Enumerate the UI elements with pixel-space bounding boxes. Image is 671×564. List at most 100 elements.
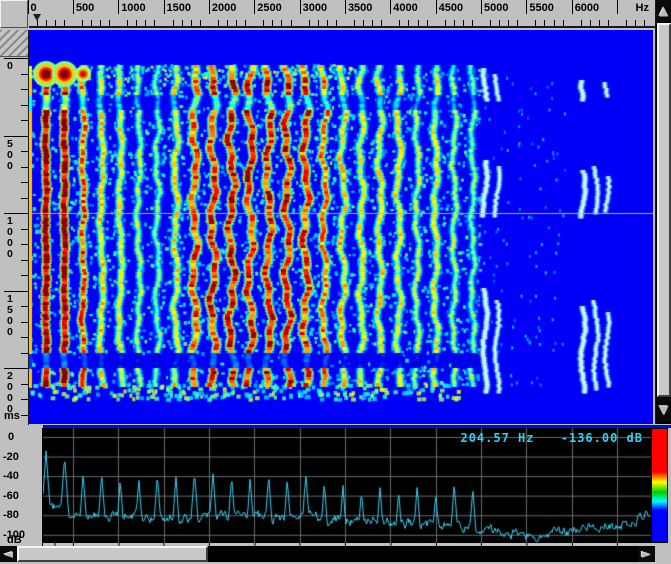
minor-tick [644, 20, 645, 27]
db-axis: 0-20-40-60-80-100dB [0, 428, 43, 546]
vertical-scrollbar-track[interactable]: ▲ ▼ [655, 0, 671, 424]
minor-tick [363, 20, 364, 27]
major-tick [617, 0, 618, 14]
major-tick [164, 0, 165, 14]
minor-tick [100, 20, 101, 27]
frequency-tick-label: 3500 [348, 2, 372, 14]
frequency-tick-label: 5000 [484, 2, 508, 14]
db-axis-label: 0 [8, 431, 14, 443]
scroll-down-button[interactable]: ▼ [656, 398, 671, 422]
minor-tick [408, 20, 409, 27]
color-scale [651, 428, 668, 543]
minor-tick [554, 20, 555, 27]
minor-tick [517, 20, 518, 27]
time-tick-label: 1 0 0 0 [7, 216, 13, 260]
major-tick [4, 291, 28, 292]
major-tick [300, 0, 301, 14]
minor-tick [218, 20, 219, 27]
frequency-tick-label: 1000 [121, 2, 145, 14]
minor-tick [21, 244, 28, 245]
major-tick [4, 58, 28, 59]
time-tick-label: 0 [7, 61, 13, 72]
minor-tick [508, 20, 509, 27]
time-tick-label: 1 5 0 0 [7, 294, 13, 338]
major-tick [209, 0, 210, 14]
frequency-tick-label: 5500 [529, 2, 553, 14]
minor-tick [372, 20, 373, 27]
major-tick [436, 0, 437, 14]
minor-tick [154, 20, 155, 27]
minor-tick [21, 151, 28, 152]
minor-tick [21, 198, 28, 199]
minor-tick [21, 306, 28, 307]
frequency-tick-label: 4000 [393, 2, 417, 14]
major-tick [28, 0, 29, 14]
minor-tick [236, 20, 237, 27]
minor-tick [21, 275, 28, 276]
minor-tick [608, 20, 609, 27]
horizontal-scrollbar-track[interactable]: ◄ ► [0, 546, 655, 562]
vertical-scrollbar-thumb[interactable] [657, 23, 671, 397]
minor-tick [263, 20, 264, 27]
frequency-tick-label: 2000 [212, 2, 236, 14]
minor-tick [21, 415, 28, 416]
major-tick [4, 368, 28, 369]
horizontal-scrollbar-thumb[interactable] [17, 546, 208, 562]
minor-tick [599, 20, 600, 27]
major-tick [254, 0, 255, 14]
scroll-up-button[interactable]: ▲ [656, 0, 671, 22]
minor-tick [354, 20, 355, 27]
minor-tick [21, 182, 28, 183]
frequency-tick-label: 1500 [167, 2, 191, 14]
minor-tick [21, 229, 28, 230]
minor-tick [191, 20, 192, 27]
minor-tick [21, 167, 28, 168]
frequency-tick-label: 3000 [303, 2, 327, 14]
minor-tick [46, 20, 47, 27]
minor-tick [245, 20, 246, 27]
major-tick [345, 0, 346, 14]
minor-tick [64, 20, 65, 27]
minor-tick [21, 384, 28, 385]
minor-tick [21, 120, 28, 121]
minor-tick [445, 20, 446, 27]
major-tick [73, 0, 74, 14]
minor-tick [499, 20, 500, 27]
frequency-tick-label: 6000 [575, 2, 599, 14]
frequency-unit-label: Hz [636, 2, 649, 14]
minor-tick [109, 20, 110, 27]
major-tick [526, 0, 527, 14]
minor-tick [472, 20, 473, 27]
minor-tick [272, 20, 273, 27]
spectrogram-display[interactable] [29, 30, 653, 424]
scroll-right-button[interactable]: ► [638, 546, 655, 562]
minor-tick [327, 20, 328, 27]
major-tick [572, 0, 573, 14]
scroll-left-button[interactable]: ◄ [0, 546, 17, 562]
db-axis-label: -20 [3, 451, 19, 463]
minor-tick [37, 20, 38, 27]
minor-tick [136, 20, 137, 27]
minor-tick [21, 322, 28, 323]
minor-tick [173, 20, 174, 27]
minor-tick [91, 20, 92, 27]
readout-frequency: 204.57 Hz [460, 431, 534, 445]
major-tick [118, 0, 119, 14]
spectrum-display[interactable] [43, 428, 651, 543]
minor-tick [291, 20, 292, 27]
frequency-tick-label: 4500 [439, 2, 463, 14]
major-tick [390, 0, 391, 14]
minor-tick [418, 20, 419, 27]
frequency-marker-icon[interactable] [33, 14, 41, 21]
minor-tick [590, 20, 591, 27]
db-axis-unit: dB [7, 534, 22, 546]
scrollbar-corner [655, 546, 671, 562]
minor-tick [454, 20, 455, 27]
frequency-tick-label: 0 [31, 2, 37, 14]
db-axis-label: -80 [3, 509, 19, 521]
minor-tick [82, 20, 83, 27]
minor-tick [21, 89, 28, 90]
time-ruler: ms 05 0 01 0 0 01 5 0 02 0 0 0 [0, 30, 29, 425]
minor-tick [427, 20, 428, 27]
minor-tick [21, 399, 28, 400]
